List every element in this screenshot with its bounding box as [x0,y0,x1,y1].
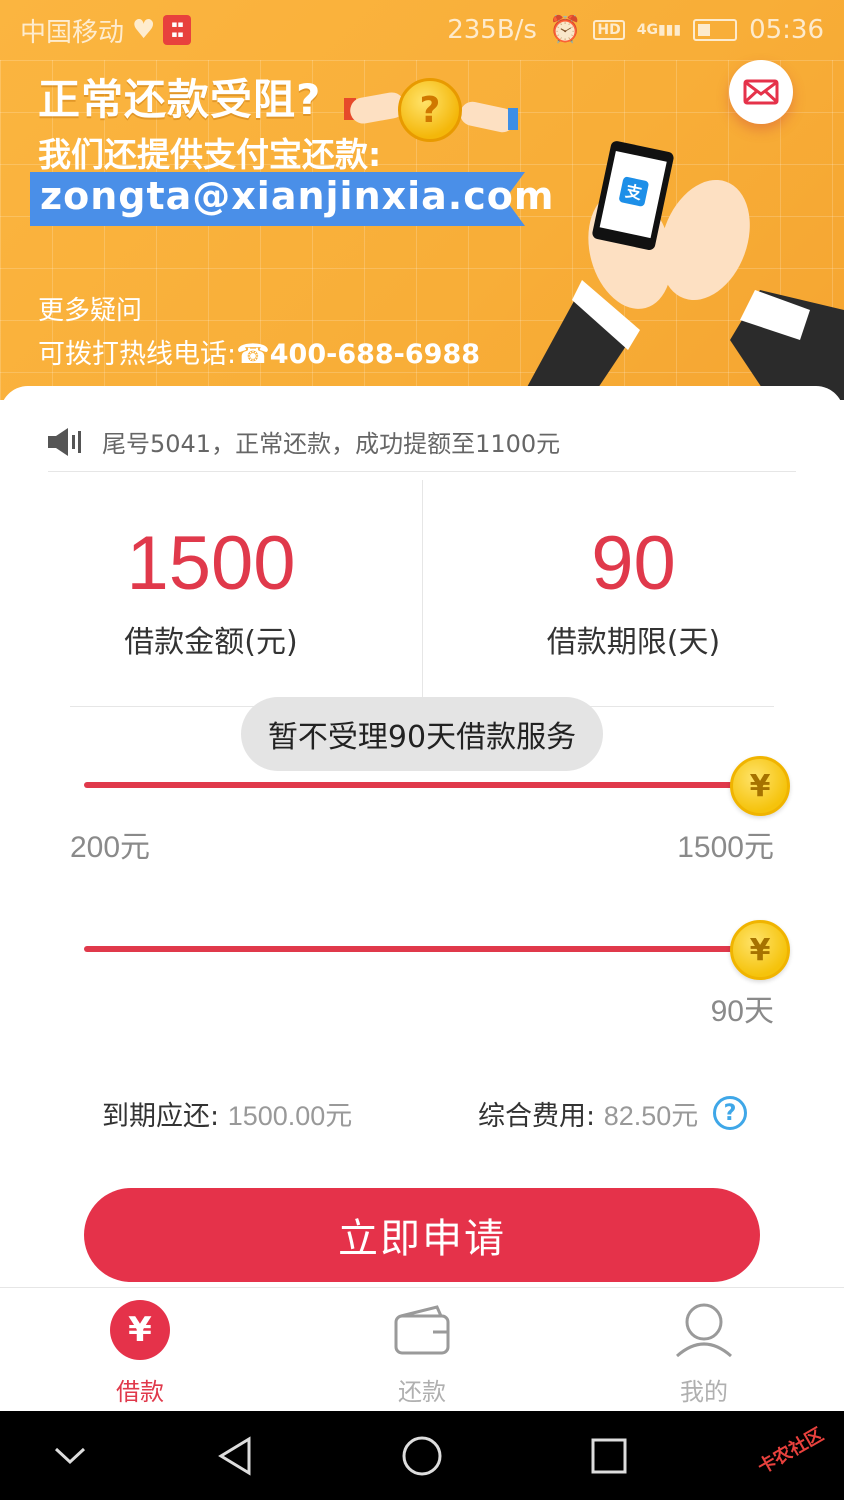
due-amount: 到期应还: 1500.00元 [102,1094,352,1133]
due-value: 1500.00元 [227,1101,353,1131]
term-max-label: 90天 [710,995,774,1028]
loan-term-value: 90 [591,521,676,606]
tab-label: 还款 [398,1378,446,1406]
term-slider-knob[interactable]: ¥ [730,920,790,980]
help-icon[interactable]: ? [713,1096,747,1130]
battery-icon [693,19,738,41]
envelope-icon [743,79,779,105]
network-type: 4G [636,22,658,38]
coin-question-icon: ? [398,78,462,142]
yen-symbol: ¥ [110,1300,170,1360]
app-notification-icon: ▪▪ ▪▪ [163,15,192,45]
wallet-icon [392,1300,452,1360]
back-icon[interactable] [208,1429,262,1483]
more-questions-label: 更多疑问 [38,296,143,326]
speaker-icon [48,427,81,456]
cuff-decoration [508,108,518,130]
apply-now-button[interactable]: 立即申请 [84,1188,760,1282]
amount-max-label: 1500元 [677,831,774,864]
banner-title: 正常还款受阻? [38,75,322,124]
loan-amount-panel: 1500 借款金额(元) [0,480,422,706]
tab-borrow[interactable]: ¥ 借款 [40,1288,240,1412]
loan-term-label: 借款期限(天) [546,625,721,660]
loan-amount-label: 借款金额(元) [124,625,298,660]
hotline[interactable]: 可拨打热线电话:☎400-688-6988 [38,332,480,371]
status-bar: 中国移动 ♥ ▪▪ ▪▪ 235B/s ⏰ HD 4G▮▮▮ 05:36 [0,0,844,60]
system-navigation-bar [0,1411,844,1500]
user-icon [674,1300,734,1360]
amount-slider-track[interactable] [84,782,760,788]
tab-repay[interactable]: 还款 [322,1288,522,1412]
network-speed: 235B/s [447,15,537,45]
tab-label: 我的 [680,1378,728,1406]
alarm-icon: ⏰ [548,15,582,45]
fee-amount: 综合费用: 82.50元 [478,1094,698,1133]
signal-4g-icon: 4G▮▮▮ [636,22,682,38]
notice-text: 尾号5041，正常还款，成功提额至1100元 [102,430,561,458]
hotline-label: 可拨打热线电话: [38,339,237,370]
yen-icon: ¥ [110,1300,170,1360]
home-icon[interactable] [395,1429,449,1483]
banner-subtitle: 我们还提供支付宝还款: [38,135,382,174]
message-button[interactable] [729,60,793,124]
hotline-number[interactable]: 400-688-6988 [270,339,480,370]
notice-bar: 尾号5041，正常还款，成功提额至1100元 [48,412,796,472]
promo-banner[interactable]: 中国移动 ♥ ▪▪ ▪▪ 235B/s ⏰ HD 4G▮▮▮ 05:36 正常还款… [0,0,844,400]
fee-label: 综合费用: [478,1101,596,1132]
heart-icon: ♥ [132,15,156,45]
toast-message: 暂不受理90天借款服务 [241,697,603,771]
carrier-label: 中国移动 [20,17,125,48]
clock: 05:36 [749,15,824,45]
phone-icon: ☎ [236,339,270,370]
amount-slider-knob[interactable]: ¥ [730,756,790,816]
chevron-down-icon[interactable] [43,1429,97,1483]
tab-label: 借款 [116,1378,164,1406]
tab-mine[interactable]: 我的 [604,1288,804,1412]
repay-email[interactable]: zongta@xianjinxia.com [40,174,554,218]
recent-apps-icon[interactable] [582,1429,636,1483]
amount-min-label: 200元 [70,831,151,864]
term-slider-track[interactable] [84,946,760,952]
hands-holding-phone-illustration: 支 [520,141,844,400]
loan-term-panel: 90 借款期限(天) [422,480,844,706]
bottom-tab-bar: ¥ 借款 还款 我的 [0,1287,844,1411]
fee-value: 82.50元 [603,1101,699,1131]
due-label: 到期应还: [102,1101,220,1132]
loan-amount-value: 1500 [126,521,296,606]
hd-icon: HD [593,20,625,40]
